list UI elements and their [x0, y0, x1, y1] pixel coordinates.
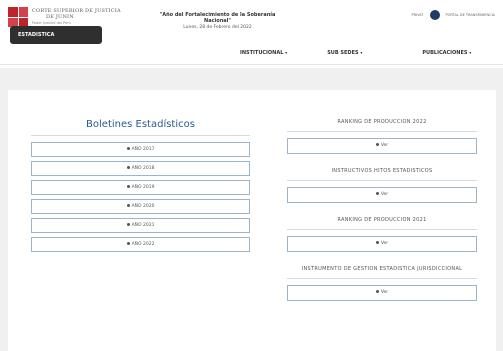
bullet-icon	[375, 290, 379, 293]
menu-institucional[interactable]: INSTITUCIONAL ▾	[230, 50, 297, 56]
menu-publicaciones[interactable]: PUBLICACIONES ▾	[412, 50, 481, 56]
ver-label: Ver	[380, 241, 389, 246]
bullet-icon	[126, 147, 130, 150]
year-button-2019[interactable]: AÑO 2019	[31, 180, 250, 195]
bullet-icon	[126, 204, 130, 207]
year-label: AÑO 2022	[131, 242, 155, 247]
year-label: AÑO 2019	[131, 185, 155, 190]
documents-section: RANKING DE PRODUCCION 2022 Ver INSTRUCTI…	[287, 119, 477, 301]
org-name[interactable]: CORTE SUPERIOR DE JUSTICIA DE JUNIN	[32, 8, 121, 20]
menu-sub-sedes-label: SUB SEDES	[327, 50, 359, 56]
main-menu: INSTITUCIONAL ▾ SUB SEDES ▾ PUBLICACIONE…	[230, 50, 481, 56]
boletines-section: Boletines Estadísticos AÑO 2017 AÑO 2018…	[31, 119, 250, 256]
section-divider	[287, 229, 477, 230]
bullet-icon	[126, 223, 130, 226]
ver-label: Ver	[380, 290, 389, 295]
instrumento-title: INSTRUMENTO DE GESTION ESTADISTICA JURIS…	[301, 266, 463, 272]
caret-down-icon: ▾	[285, 50, 288, 55]
menu-sub-sedes[interactable]: SUB SEDES ▾	[317, 50, 372, 56]
ver-button-instrumento[interactable]: Ver	[287, 285, 477, 301]
bullet-icon	[126, 185, 130, 188]
court-logo[interactable]	[8, 7, 28, 27]
ver-label: Ver	[380, 192, 389, 197]
bullet-icon	[126, 242, 130, 245]
year-button-2020[interactable]: AÑO 2020	[31, 199, 250, 214]
ver-label: Ver	[380, 143, 389, 148]
top-link-transparencia[interactable]: PORTAL DE TRANSPARENCIA	[446, 13, 495, 17]
bullet-icon	[375, 192, 379, 195]
org-subtitle: Poder Judicial del Perú	[32, 21, 71, 25]
top-links: PRIVAT PORTAL DE TRANSPARENCIA	[412, 10, 495, 20]
header-divider	[0, 64, 503, 65]
year-label: AÑO 2020	[131, 204, 155, 209]
menu-institucional-label: INSTITUCIONAL	[240, 50, 284, 56]
org-name-line-2: DE JUNIN	[46, 14, 74, 20]
year-button-2022[interactable]: AÑO 2022	[31, 237, 250, 252]
bullet-icon	[126, 166, 130, 169]
tab-estadistica[interactable]: ESTADISTICA	[10, 26, 102, 44]
year-button-2017[interactable]: AÑO 2017	[31, 142, 250, 157]
current-date: Lunes, 28 de Febrero del 2022	[183, 25, 252, 30]
bullet-icon	[375, 143, 379, 146]
bullet-icon	[375, 241, 379, 244]
ranking-2022-title: RANKING DE PRODUCCION 2022	[337, 119, 427, 125]
boletines-divider	[31, 135, 250, 136]
year-button-2018[interactable]: AÑO 2018	[31, 161, 250, 176]
ranking-2021-title: RANKING DE PRODUCCION 2021	[337, 217, 427, 223]
globe-icon[interactable]	[429, 10, 440, 20]
instructivos-title: INSTRUCTIVOS HITOS ESTADISTICOS	[331, 168, 433, 174]
ver-button-instructivos[interactable]: Ver	[287, 187, 477, 203]
caret-down-icon: ▾	[360, 50, 363, 55]
section-divider	[287, 278, 477, 279]
caret-down-icon: ▾	[469, 50, 472, 55]
section-divider	[287, 131, 477, 132]
boletines-title: Boletines Estadísticos	[86, 119, 195, 130]
ver-button-ranking-2021[interactable]: Ver	[287, 236, 477, 252]
year-label: AÑO 2017	[131, 147, 155, 152]
menu-publicaciones-label: PUBLICACIONES	[422, 50, 468, 56]
top-link-privat[interactable]: PRIVAT	[412, 13, 424, 17]
ver-button-ranking-2022[interactable]: Ver	[287, 138, 477, 154]
header-center: "Año del Fortalecimiento de la Soberanía…	[150, 12, 285, 30]
section-divider	[287, 180, 477, 181]
slogan-line-2: Nacional"	[204, 18, 231, 24]
year-label: AÑO 2021	[131, 223, 155, 228]
year-label: AÑO 2018	[131, 166, 155, 171]
year-button-2021[interactable]: AÑO 2021	[31, 218, 250, 233]
